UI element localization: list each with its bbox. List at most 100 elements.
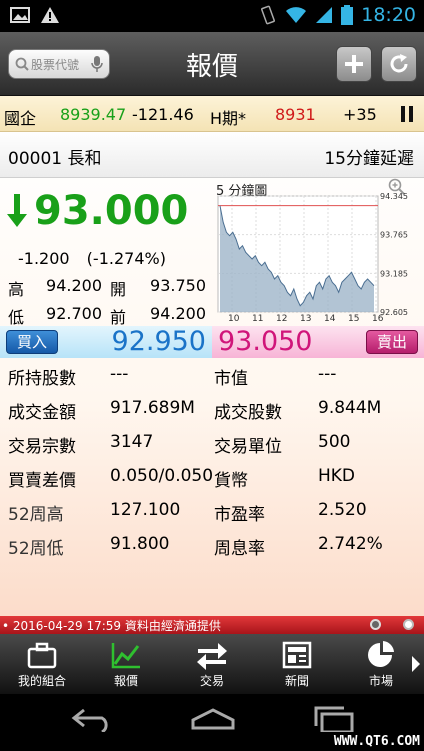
stat-label: 市盈率 — [214, 505, 265, 525]
stat-label: 所持股數 — [8, 369, 76, 389]
stat-value: 2.742% — [318, 534, 383, 554]
exchange-icon — [197, 643, 227, 670]
page-dot-1[interactable] — [370, 619, 381, 630]
tab-label: 報價 — [113, 674, 138, 688]
prev-value: 94.200 — [150, 304, 206, 323]
page-indicator — [370, 619, 414, 630]
chart-x-tick: 11 — [252, 314, 263, 324]
warning-icon — [41, 7, 59, 23]
system-nav-bar: WWW.QT6.COM — [0, 694, 424, 751]
refresh-button[interactable] — [381, 46, 417, 82]
bottom-tab-bar: 我的組合 報價 交易 新聞 市場 — [0, 634, 424, 694]
stat-label: 52周高 — [8, 505, 64, 525]
chart-x-tick: 10 — [228, 314, 240, 324]
index-value: 8939.47 — [60, 105, 127, 124]
futures-change: +35 — [343, 105, 377, 124]
gallery-icon — [10, 7, 30, 23]
stat-label: 成交股數 — [214, 403, 282, 423]
stat-value: 0.050/0.050 — [110, 466, 214, 486]
data-source-text: • 2016-04-29 17:59 資料由經濟通提供 — [2, 619, 221, 633]
chart-y-tick: 94.345 — [380, 192, 408, 201]
stock-code-name: 00001 長和 — [8, 149, 102, 169]
tab-news[interactable]: 新聞 — [257, 634, 337, 694]
stat-value: 500 — [318, 432, 351, 452]
tab-portfolio[interactable]: 我的組合 — [2, 634, 82, 694]
low-label: 低 — [8, 308, 25, 327]
stat-label: 成交金額 — [8, 403, 76, 423]
prev-label: 前 — [110, 308, 127, 327]
tab-label: 新聞 — [284, 674, 309, 688]
tab-label: 我的組合 — [17, 674, 66, 688]
battery-icon — [341, 5, 354, 25]
recent-apps-icon[interactable] — [312, 706, 358, 732]
futures-label: H期* — [210, 109, 247, 128]
pie-chart-icon — [368, 641, 394, 667]
bid-price: 92.950 — [111, 326, 206, 357]
briefcase-icon — [27, 642, 57, 669]
stat-value: --- — [318, 364, 337, 384]
plus-icon — [345, 55, 363, 73]
chart-y-tick: 93.185 — [380, 269, 408, 278]
high-open-row: 高 94.200 開 93.750 — [0, 276, 212, 299]
stat-value: 917.689M — [110, 398, 195, 418]
status-bar: 18:20 — [0, 0, 424, 32]
home-icon[interactable] — [190, 706, 236, 732]
last-price-value: 93.000 — [34, 188, 189, 234]
stats-table: 所持股數 --- 市值 --- 成交金額 917.689M 成交股數 9.844M 交易宗數 31… — [0, 362, 424, 602]
chart-x-tick: 14 — [324, 314, 336, 324]
wifi-icon — [286, 7, 307, 23]
high-label: 高 — [8, 280, 25, 299]
stat-label: 市值 — [214, 369, 248, 389]
data-source-strip: • 2016-04-29 17:59 資料由經濟通提供 — [0, 616, 424, 634]
quote-panel: 00001 長和 15分鐘延遲 93.000 -1.200 (-1.274%) … — [0, 132, 424, 616]
tab-trade[interactable]: 交易 — [172, 634, 252, 694]
index-change: -121.46 — [132, 105, 194, 124]
stat-label: 交易單位 — [214, 437, 282, 457]
back-icon[interactable] — [70, 706, 116, 732]
stat-label: 52周低 — [8, 539, 64, 559]
stat-label: 交易宗數 — [8, 437, 76, 457]
chart-line-icon — [111, 643, 140, 669]
arrow-down-icon — [7, 194, 27, 227]
ask-panel: 93.050 賣出 — [212, 326, 424, 358]
bid-panel: 買入 92.950 — [0, 326, 212, 358]
tab-quote[interactable]: 報價 — [86, 634, 166, 694]
stat-value: 91.800 — [110, 534, 170, 554]
newspaper-icon — [282, 641, 312, 669]
watermark: WWW.QT6.COM — [333, 734, 420, 749]
last-price: 93.000 — [6, 188, 188, 234]
open-value: 93.750 — [150, 276, 206, 295]
ask-price: 93.050 — [218, 326, 313, 357]
sell-button[interactable]: 賣出 — [366, 330, 418, 354]
buy-button[interactable]: 買入 — [6, 330, 58, 354]
chart-x-tick: 15 — [348, 314, 359, 324]
tab-market[interactable]: 市場 — [341, 634, 421, 694]
stat-value: 127.100 — [110, 500, 181, 520]
stat-value: --- — [110, 364, 129, 384]
refresh-icon — [390, 54, 408, 73]
low-value: 92.700 — [46, 304, 102, 323]
title-bar: 股票代號 報價 — [0, 32, 424, 96]
bid-ask-bar: 買入 92.950 93.050 賣出 — [0, 326, 424, 358]
change-value: -1.200 — [18, 249, 70, 268]
low-prev-row: 低 92.700 前 94.200 — [0, 304, 212, 327]
vibrate-icon — [261, 5, 276, 25]
signal-icon — [316, 7, 333, 23]
price-change: -1.200 (-1.274%) — [18, 249, 166, 268]
tab-label: 市場 — [368, 674, 393, 688]
tab-scroll-right-icon[interactable] — [412, 656, 420, 672]
stock-header: 00001 長和 15分鐘延遲 — [0, 132, 424, 178]
stat-label: 周息率 — [214, 539, 265, 559]
open-label: 開 — [110, 280, 127, 299]
page-dot-2[interactable] — [403, 619, 414, 630]
add-button[interactable] — [336, 46, 372, 82]
change-percent: (-1.274%) — [86, 249, 166, 268]
chart-x-tick: 12 — [276, 314, 287, 324]
pause-icon[interactable] — [400, 106, 414, 122]
tab-label: 交易 — [199, 674, 224, 688]
delay-notice: 15分鐘延遲 — [324, 149, 414, 169]
index-ticker[interactable]: 國企 8939.47 -121.46 H期* 8931 +35 — [0, 96, 424, 132]
clock: 18:20 — [361, 4, 416, 26]
intraday-chart[interactable]: 94.345 93.765 93.185 92.605 10 11 12 13 14 15 16 — [212, 192, 424, 328]
high-value: 94.200 — [46, 276, 102, 295]
